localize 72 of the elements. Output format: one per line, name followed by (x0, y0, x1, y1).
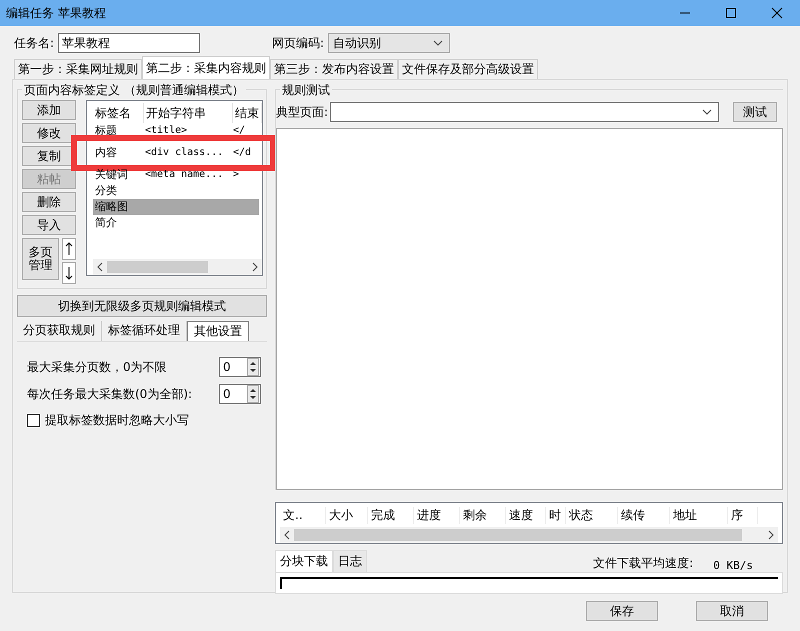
table-cell: 标题 (95, 124, 117, 137)
group-title: 页面内容标签定义 （规则普通编辑模式） (22, 82, 246, 99)
group-title: 规则测试 (280, 82, 332, 99)
speed-label: 文件下载平均速度: (593, 555, 694, 572)
column-header[interactable]: 标签名 (93, 103, 144, 123)
table-cell: 简介 (95, 216, 117, 229)
list-row[interactable]: 标题 <title> </ (93, 123, 262, 139)
table-cell: <title> (145, 125, 188, 136)
tab[interactable]: 文件保存及部分高级设置 (398, 59, 538, 79)
table-cell: 关键词 (95, 168, 128, 181)
table-cell: 缩略图 (95, 200, 128, 213)
setting-label: 每次任务最大采集数(0为全部): (27, 386, 192, 402)
setting-label: 最大采集分页数，0为不限 (27, 358, 167, 376)
number-field[interactable]: 0 (219, 384, 261, 404)
dialog-button[interactable]: 保存 (586, 601, 658, 621)
table-cell: 分类 (95, 184, 117, 197)
column-header[interactable]: 时 (546, 506, 566, 524)
column-header[interactable]: 地址 (670, 506, 728, 524)
tab[interactable]: 日志 (333, 550, 367, 572)
checkbox[interactable] (27, 414, 40, 426)
tab[interactable]: 分块下载 (275, 550, 333, 572)
column-header[interactable]: 续传 (618, 506, 670, 524)
test-button[interactable]: 测试 (733, 102, 777, 122)
tab[interactable]: 第一步：采集网址规则 (14, 59, 142, 79)
spinner-arrows-icon[interactable] (247, 358, 259, 376)
list-row[interactable]: 简介 (93, 215, 262, 231)
action-button[interactable]: 删除 (22, 192, 76, 212)
column-header[interactable]: 剩余 (460, 506, 506, 524)
tab[interactable]: 其他设置 (187, 321, 249, 341)
column-header[interactable]: 序 (728, 506, 758, 524)
list-row[interactable]: 分类 (93, 183, 262, 199)
table-cell: </ (233, 125, 246, 136)
scrollbar-thumb[interactable] (294, 529, 742, 541)
page-dropdown[interactable] (330, 102, 719, 122)
action-button[interactable]: 修改 (22, 123, 76, 143)
switch-mode-button[interactable]: 切换到无限级多页规则编辑模式 (17, 295, 267, 317)
column-header[interactable]: 完成 (368, 506, 414, 524)
chevron-icon (433, 40, 444, 46)
number-field[interactable]: 0 (219, 357, 261, 377)
encoding-dropdown[interactable]: 自动识别 (328, 33, 450, 53)
list-row[interactable]: 关键词 <meta name... > (93, 167, 262, 183)
action-button[interactable]: 导入 (22, 215, 76, 235)
table-cell: <meta name... (145, 169, 224, 180)
column-header[interactable]: 大小 (326, 506, 368, 524)
column-header[interactable]: 状态 (566, 506, 618, 524)
page-label: 典型页面: (276, 104, 328, 120)
column-header[interactable]: 文.. (280, 506, 326, 524)
column-header[interactable]: 进度 (414, 506, 460, 524)
list-row[interactable]: 内容 <div class... </d (93, 145, 262, 161)
spinner-arrows-icon[interactable] (247, 385, 259, 403)
column-header[interactable]: 结束 (233, 103, 262, 123)
task-name-label: 任务名: (14, 34, 54, 52)
table-cell: </d (233, 147, 252, 158)
multipage-button[interactable]: 多页管理 (22, 238, 59, 280)
action-button[interactable]: 添加 (22, 100, 76, 120)
chevron-icon (702, 109, 712, 115)
scrollbar-thumb[interactable] (107, 261, 208, 273)
scrollbar[interactable] (280, 527, 778, 543)
tab[interactable]: 第二步：采集内容规则 (142, 56, 270, 79)
checkbox-label: 提取标签数据时忽略大小写 (45, 412, 189, 428)
tab[interactable]: 第三步：发布内容设置 (270, 59, 398, 79)
scrollbar[interactable] (93, 259, 262, 275)
encoding-label: 网页编码: (272, 34, 324, 52)
column-header[interactable]: 速度 (506, 506, 546, 524)
column-header[interactable]: 开始字符串 (144, 103, 233, 123)
window-title: 编辑任务 苹果教程 (6, 4, 107, 22)
task-name-field[interactable]: 苹果教程 (58, 33, 200, 53)
dialog-button[interactable]: 取消 (696, 601, 768, 621)
table-cell: <div class... (145, 147, 224, 158)
table-cell: > (233, 169, 240, 180)
table-cell: 内容 (95, 146, 117, 159)
speed-value: 0 KB/s (713, 559, 753, 572)
